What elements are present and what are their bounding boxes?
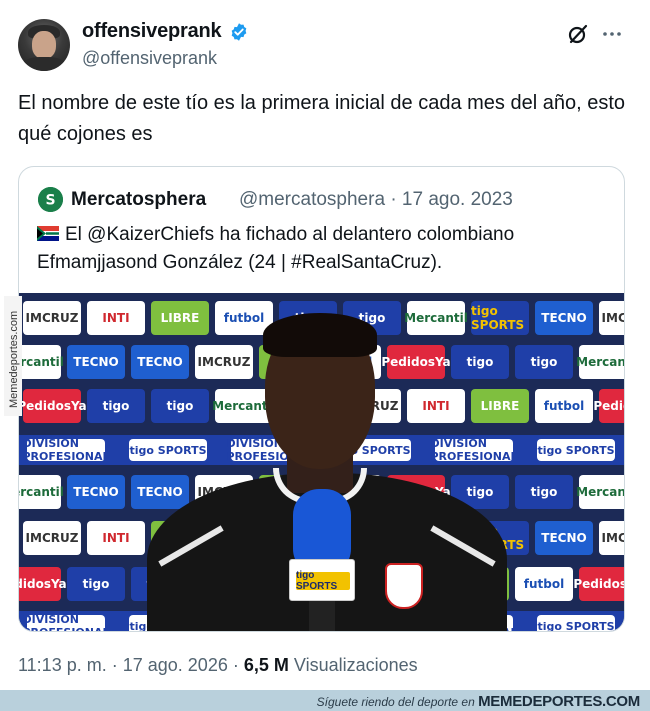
sponsor-logo: PedidosYa [19, 389, 87, 423]
tweet-meta: 11:13 p. m. · 17 ago. 2026 · 6,5 M Visua… [18, 655, 418, 676]
sponsor-logo: Mercantil [576, 345, 624, 379]
quoted-display-name[interactable]: Mercatosphera [71, 189, 206, 211]
sponsor-logo: IMCRUZ [23, 521, 81, 555]
quoted-tweet[interactable]: S Mercatosphera @mercatosphera · 17 ago.… [18, 166, 625, 632]
player-hair [263, 313, 377, 357]
band-logo: tigo SPORTS [537, 439, 615, 461]
side-watermark: Memedeportes.com [4, 296, 22, 416]
player-figure: tigo SPORTS [127, 313, 527, 631]
footer-brand[interactable]: MEMEDEPORTES.COM [478, 693, 640, 710]
tweet-time[interactable]: 11:13 p. m. [18, 655, 107, 675]
quoted-handle-date: @mercatosphera · 17 ago. 2023 [239, 189, 513, 211]
band-logo: DIVISIÓN PROFESIONAL [23, 613, 110, 631]
sponsor-logo: IMCRUZ [599, 521, 624, 555]
svg-text:S: S [45, 193, 55, 209]
sponsor-logo: IMCRUZ [23, 301, 81, 335]
meta-separator: · [232, 655, 244, 675]
quoted-avatar[interactable]: S [38, 187, 63, 212]
sponsor-logo: TECNO [67, 345, 125, 379]
quoted-text: El @KaizerChiefs ha fichado al delantero… [37, 224, 515, 273]
club-crest-icon [385, 563, 423, 609]
author-avatar[interactable] [18, 19, 70, 71]
tweet-card: offensiveprank @offensiveprank El nombre… [0, 0, 650, 690]
sponsor-logo: Mercantil [576, 475, 624, 509]
sponsor-logo: Mercantil [19, 475, 64, 509]
sponsor-logo: Mercantil [19, 345, 64, 379]
sponsor-logo: tigo [67, 567, 125, 601]
site-footer: Síguete riendo del deporte en MEMEDEPORT… [0, 690, 650, 711]
tweet-text: El nombre de este tío es la primera inic… [18, 92, 625, 145]
quoted-date: · 17 ago. 2023 [390, 189, 513, 210]
verified-badge-icon [231, 23, 247, 41]
quoted-text-block: El @KaizerChiefs ha fichado al delantero… [37, 221, 612, 277]
south-africa-flag-icon [37, 222, 59, 241]
sponsor-logo: TECNO [535, 301, 593, 335]
sponsor-logo: PedidosYa [573, 567, 624, 601]
avatar-face [32, 31, 56, 59]
microphone-flag-label: tigo SPORTS [296, 570, 350, 592]
band-logo: DIVISIÓN PROFESIONAL [22, 437, 110, 463]
more-options-icon[interactable] [600, 22, 624, 46]
mercatosphera-logo-icon: S [38, 187, 63, 212]
sponsor-logo: PedidosYa [593, 389, 624, 423]
views-count: 6,5 M [243, 655, 289, 675]
author-handle[interactable]: @offensiveprank [82, 48, 217, 69]
author-display-name[interactable]: offensiveprank [82, 20, 222, 43]
quoted-handle[interactable]: @mercatosphera [239, 189, 385, 210]
sponsor-logo: TECNO [535, 521, 593, 555]
avatar-body [22, 57, 66, 71]
band-logo: tigo SPORTS [537, 615, 615, 631]
sponsor-logo: futbol [535, 389, 593, 423]
footer-text-block: Síguete riendo del deporte en MEMEDEPORT… [316, 693, 641, 710]
footer-text: Síguete riendo del deporte en [316, 695, 475, 709]
tweet-media-photo[interactable]: IMCRUZINTILIBREfutboltigotigoMercantilti… [19, 293, 624, 631]
sponsor-logo: IMCRUZ [599, 301, 624, 335]
microphone-handle [309, 601, 335, 631]
grok-icon[interactable] [566, 22, 590, 46]
meta-separator: · [111, 655, 123, 675]
sponsor-logo: PedidosYa [19, 567, 67, 601]
sponsor-logo: TECNO [67, 475, 125, 509]
side-watermark-text: Memedeportes.com [8, 310, 20, 408]
tweet-date[interactable]: 17 ago. 2026 [123, 655, 228, 675]
views-label: Visualizaciones [293, 655, 418, 675]
microphone-flag: tigo SPORTS [289, 559, 355, 601]
